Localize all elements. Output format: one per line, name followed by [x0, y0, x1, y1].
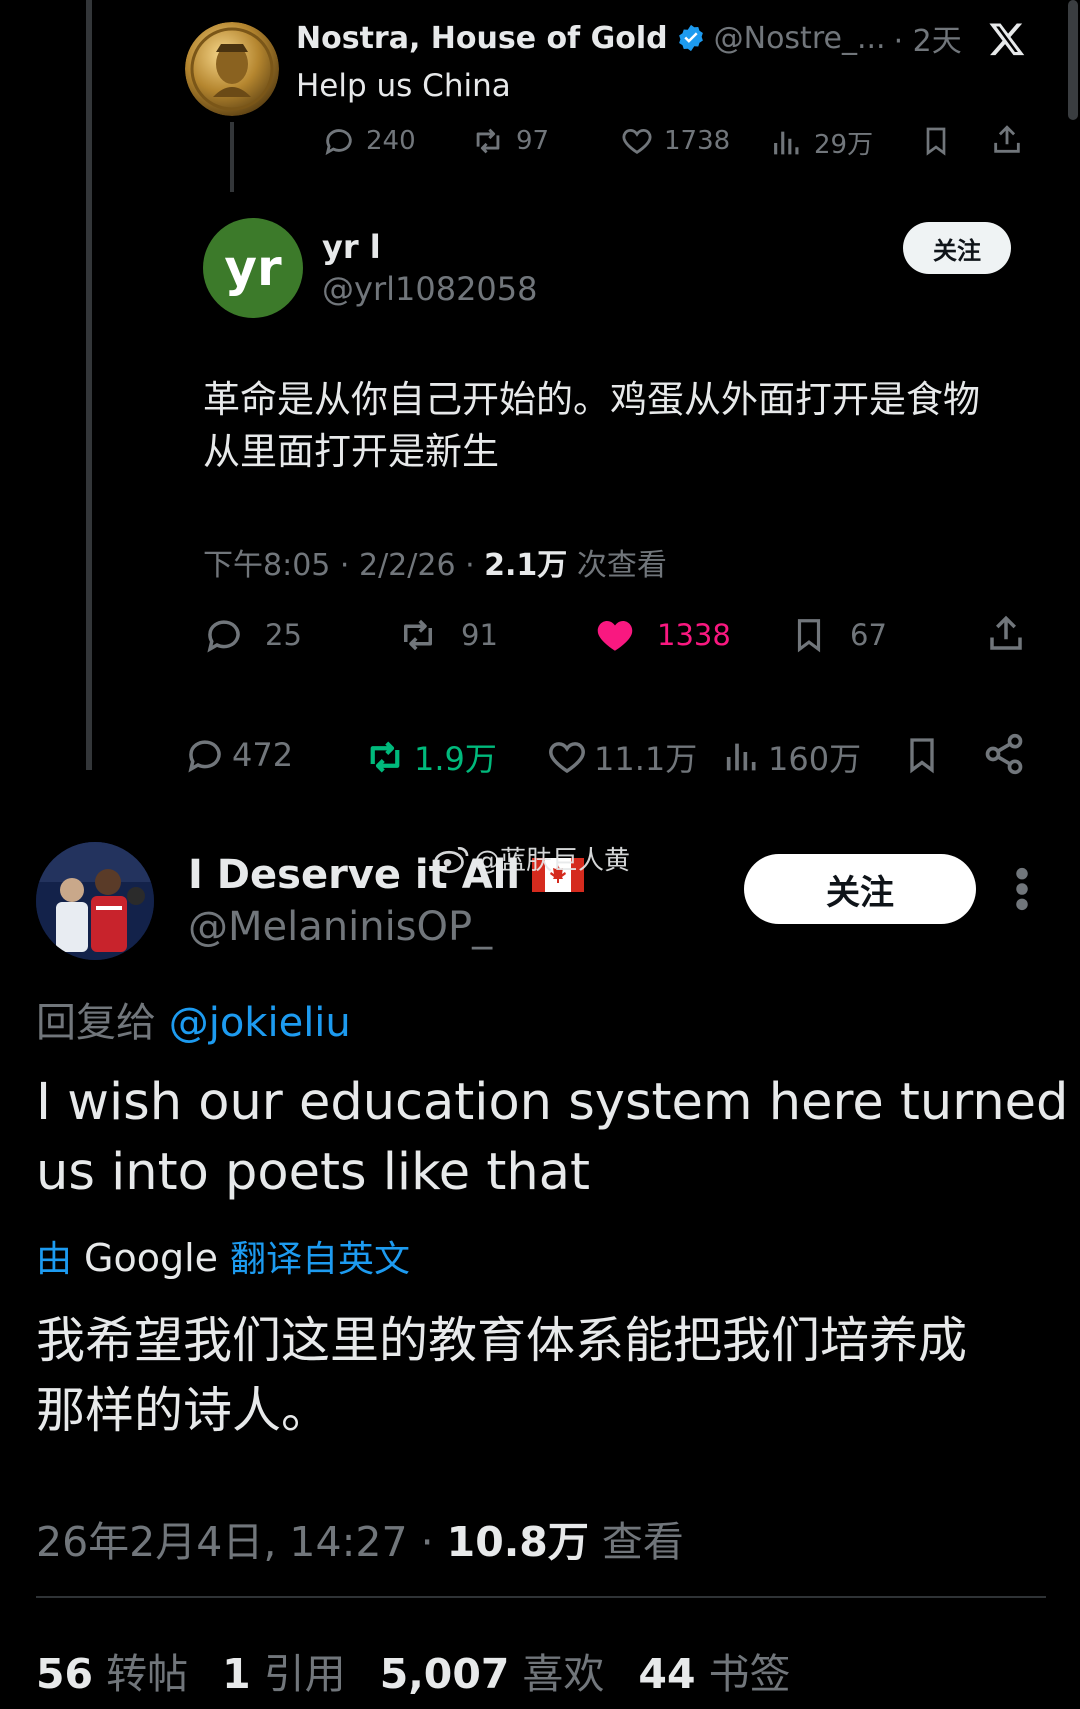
- quotes-count[interactable]: 1 引用: [222, 1640, 346, 1700]
- main-meta: 26年2月4日, 14:27 · 10.8万 查看: [36, 1518, 684, 1566]
- reply-icon: [188, 740, 221, 773]
- bookmarks-count[interactable]: 44 书签: [638, 1640, 790, 1700]
- google-logo: Google: [84, 1236, 219, 1280]
- main-avatar[interactable]: [36, 842, 154, 960]
- engagement-counts: 56 转帖 1 引用 5,007 喜欢 44 书签: [36, 1640, 791, 1700]
- likes-count[interactable]: 5,007 喜欢: [380, 1640, 605, 1700]
- yrl-name[interactable]: yr l: [322, 228, 381, 266]
- retweets-count[interactable]: 56 转帖: [36, 1640, 188, 1700]
- translation-text: 我希望我们这里的教育体系能把我们培养成 那样的诗人。: [36, 1312, 968, 1439]
- translation-attribution[interactable]: 由 Google 翻译自英文: [36, 1230, 410, 1282]
- main-text: I wish our education system here turned …: [36, 1073, 1069, 1202]
- outer-retweet-action[interactable]: 1.9万: [362, 734, 497, 780]
- heart-outline-icon: [622, 128, 652, 154]
- divider: [36, 1596, 1046, 1598]
- views-icon: [726, 743, 756, 771]
- yrl-text: 革命是从你自己开始的。鸡蛋从外面打开是食物 从里面打开是新生: [203, 378, 980, 473]
- bookmark-icon[interactable]: [902, 734, 942, 776]
- heart-filled-icon: [597, 621, 633, 651]
- retweet-icon: [404, 619, 432, 651]
- x-logo-icon[interactable]: [988, 20, 1026, 58]
- retweet-icon: [370, 741, 400, 773]
- heart-outline-icon: [549, 742, 585, 774]
- thread-line-inner: [230, 122, 234, 192]
- views-icon: [774, 131, 799, 154]
- outer-views-action[interactable]: 160万: [722, 734, 861, 780]
- yrl-retweet-action[interactable]: 91: [395, 614, 498, 656]
- yrl-handle[interactable]: @yrl1082058: [322, 270, 538, 308]
- yrl-avatar[interactable]: yr: [203, 218, 303, 318]
- nostra-reply-action[interactable]: 240: [322, 124, 416, 158]
- nostra-avatar[interactable]: [185, 22, 279, 116]
- watermark: @蓝肤巨人黄: [434, 840, 630, 877]
- main-handle[interactable]: @MelaninisOP_: [188, 904, 492, 950]
- more-options-icon[interactable]: [1012, 866, 1032, 912]
- outer-reply-action[interactable]: 472: [184, 734, 293, 776]
- bookmark-icon: [797, 619, 821, 653]
- weibo-icon: [434, 846, 469, 873]
- reply-icon: [207, 620, 240, 653]
- thread-line-outer: [86, 0, 92, 770]
- main-follow-button[interactable]: 关注: [744, 854, 976, 924]
- bookmark-icon[interactable]: [920, 124, 952, 158]
- share-icon[interactable]: [985, 612, 1027, 656]
- yrl-like-action[interactable]: 1338: [593, 614, 731, 656]
- nostra-retweet-action[interactable]: 97: [470, 124, 549, 158]
- nostra-like-action[interactable]: 1738: [620, 124, 730, 158]
- reply-icon: [325, 129, 352, 156]
- share-nodes-icon[interactable]: [982, 732, 1026, 776]
- nostra-handle[interactable]: @Nostre_...: [714, 21, 886, 56]
- retweet-icon: [476, 128, 500, 154]
- yrl-reply-action[interactable]: 25: [203, 614, 302, 656]
- nostra-text: Help us China: [296, 68, 511, 104]
- yrl-follow-button[interactable]: 关注: [903, 222, 1011, 274]
- nostra-name[interactable]: Nostra, House of Gold: [296, 21, 668, 56]
- scrollbar[interactable]: [1068, 0, 1078, 120]
- yrl-meta: 下午8:05 · 2/2/26 · 2.1万 次查看: [203, 548, 667, 583]
- nostra-header: Nostra, House of Gold @Nostre_... · 2天: [296, 18, 962, 60]
- nostra-time: · 2天: [893, 24, 962, 59]
- outer-like-action[interactable]: 11.1万: [546, 734, 697, 780]
- yrl-bookmark-action[interactable]: 67: [790, 614, 887, 656]
- share-icon[interactable]: [990, 122, 1024, 158]
- verified-badge-icon: [676, 23, 706, 53]
- nostra-views-action[interactable]: 29万: [770, 124, 873, 161]
- reply-to-line: 回复给 @jokieliu: [36, 1000, 351, 1046]
- reply-to-link[interactable]: @jokieliu: [169, 1000, 351, 1046]
